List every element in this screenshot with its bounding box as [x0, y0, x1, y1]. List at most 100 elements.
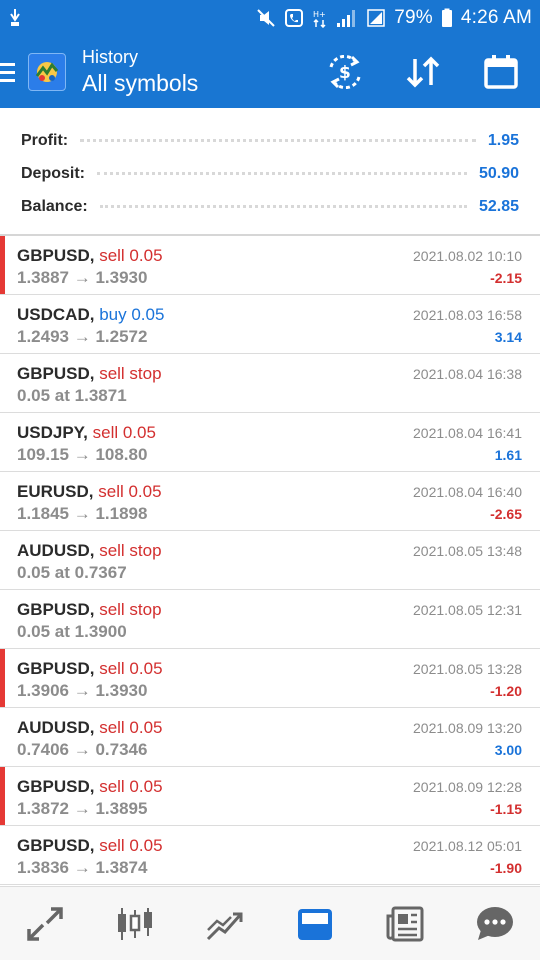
loss-marker [0, 236, 5, 294]
trade-prices: 1.2493 → 1.2572 [17, 327, 148, 346]
profit-row: Profit: 1.95 [21, 124, 519, 157]
menu-icon[interactable] [0, 57, 22, 87]
trade-symbol: GBPUSD, [17, 659, 95, 678]
balance-row: Balance: 52.85 [21, 190, 519, 223]
status-bar: H+ 79% 4:26 AM [0, 0, 540, 36]
trade-action: sell 0.05 [99, 836, 163, 855]
nav-news[interactable] [365, 887, 445, 960]
trade-profit: -1.90 [490, 860, 522, 876]
chart-icon [118, 907, 152, 940]
trade-prices: 0.05 at 1.3871 [17, 386, 127, 405]
hplus-icon: H+ [312, 7, 328, 29]
trade-action: sell 0.05 [98, 482, 162, 501]
signal-icon [336, 7, 358, 29]
dotted-leader [99, 205, 467, 208]
trade-prices: 109.15 → 108.80 [17, 445, 148, 464]
trade-prices: 0.05 at 1.3900 [17, 622, 127, 641]
dotted-leader [97, 172, 467, 175]
currency-exchange-icon: $ [329, 55, 361, 89]
trade-row[interactable]: GBPUSD, sell 0.05 1.3906 → 1.3930 2021.0… [0, 649, 540, 708]
trade-action: sell stop [99, 541, 162, 560]
balance-label: Balance: [21, 197, 88, 215]
news-icon [386, 906, 424, 941]
trade-time: 2021.08.04 16:41 [413, 425, 522, 441]
trade-symbol: AUDUSD, [17, 718, 95, 737]
trade-row[interactable]: EURUSD, sell 0.05 1.1845 → 1.1898 2021.0… [0, 472, 540, 531]
page-title: History [82, 47, 139, 67]
trade-prices: 1.3906 → 1.3930 [17, 681, 148, 700]
trade-prices: 1.3872 → 1.3895 [17, 799, 148, 818]
trade-prices: 1.1845 → 1.1898 [17, 504, 148, 523]
trade-action: sell 0.05 [99, 246, 163, 265]
account-summary: Profit: 1.95 Deposit: 50.90 Balance: 52.… [0, 108, 540, 234]
mute-icon [256, 7, 276, 29]
trade-prices: 1.3836 → 1.3874 [17, 858, 148, 877]
trade-action: sell 0.05 [99, 659, 163, 678]
trade-row[interactable]: USDJPY, sell 0.05 109.15 → 108.80 2021.0… [0, 413, 540, 472]
trade-profit: 3.14 [494, 329, 522, 345]
trade-symbol: GBPUSD, [17, 246, 95, 265]
trade-time: 2021.08.03 16:58 [413, 307, 522, 323]
trade-time: 2021.08.02 10:10 [413, 248, 522, 264]
trade-profit: -2.65 [490, 506, 522, 522]
quotes-icon [27, 906, 63, 941]
trade-symbol: USDJPY, [17, 423, 88, 442]
nav-quotes[interactable] [5, 887, 85, 960]
sim-icon [366, 7, 386, 29]
nav-trade[interactable] [185, 887, 265, 960]
nav-history[interactable] [275, 887, 355, 960]
calendar-icon [484, 55, 518, 89]
trade-row[interactable]: GBPUSD, sell stop 0.05 at 1.3871 2021.08… [0, 354, 540, 413]
nav-chart[interactable] [95, 887, 175, 960]
deposit-value: 50.90 [478, 164, 519, 182]
chat-icon [477, 906, 513, 940]
symbol-filter-title[interactable]: All symbols [82, 68, 198, 98]
trade-action: sell 0.05 [99, 718, 163, 737]
trade-profit: 1.61 [494, 447, 522, 463]
notification-icon [8, 7, 22, 29]
trade-symbol: EURUSD, [17, 482, 94, 501]
trade-prices: 1.3887 → 1.3930 [17, 268, 148, 287]
nav-chat[interactable] [455, 887, 535, 960]
trade-history-list: GBPUSD, sell 0.05 1.3887 → 1.3930 2021.0… [0, 236, 540, 885]
history-icon [298, 908, 332, 940]
trade-profit: 3.00 [494, 742, 522, 758]
phone-icon [284, 7, 304, 29]
deposit-label: Deposit: [21, 164, 85, 182]
calendar-button[interactable] [462, 36, 540, 108]
trade-prices: 0.05 at 0.7367 [17, 563, 127, 582]
trade-icon [206, 912, 243, 940]
trade-action: sell stop [99, 364, 162, 383]
balance-value: 52.85 [478, 197, 519, 215]
app-bar: History All symbols $ [0, 36, 540, 108]
trade-time: 2021.08.04 16:38 [413, 366, 522, 382]
trade-row[interactable]: GBPUSD, sell 0.05 1.3887 → 1.3930 2021.0… [0, 236, 540, 295]
trade-row[interactable]: GBPUSD, sell stop 0.05 at 1.3900 2021.08… [0, 590, 540, 649]
trade-time: 2021.08.05 13:28 [413, 661, 522, 677]
trade-row[interactable]: USDCAD, buy 0.05 1.2493 → 1.2572 2021.08… [0, 295, 540, 354]
trade-row[interactable]: AUDUSD, sell stop 0.05 at 0.7367 2021.08… [0, 531, 540, 590]
deposit-row: Deposit: 50.90 [21, 157, 519, 190]
battery-icon [441, 7, 453, 29]
trade-row[interactable]: GBPUSD, sell 0.05 1.3872 → 1.3895 2021.0… [0, 767, 540, 826]
app-logo [28, 53, 66, 91]
sort-button[interactable] [384, 36, 462, 108]
svg-text:$: $ [339, 63, 351, 83]
trade-time: 2021.08.05 12:31 [413, 602, 522, 618]
currency-exchange-button[interactable]: $ [306, 36, 384, 108]
trade-action: sell stop [99, 600, 162, 619]
trade-profit: -1.20 [490, 683, 522, 699]
trade-time: 2021.08.12 05:01 [413, 838, 522, 854]
trade-action: sell 0.05 [92, 423, 156, 442]
loss-marker [0, 649, 5, 707]
trade-symbol: GBPUSD, [17, 836, 95, 855]
trade-row[interactable]: GBPUSD, sell 0.05 1.3836 → 1.3874 2021.0… [0, 826, 540, 885]
trade-time: 2021.08.09 13:20 [413, 720, 522, 736]
trade-row[interactable]: AUDUSD, sell 0.05 0.7406 → 0.7346 2021.0… [0, 708, 540, 767]
trade-action: sell 0.05 [99, 777, 163, 796]
trade-time: 2021.08.09 12:28 [413, 779, 522, 795]
trade-prices: 0.7406 → 0.7346 [17, 740, 148, 759]
trade-action: buy 0.05 [99, 305, 165, 324]
profit-value: 1.95 [487, 131, 519, 149]
trade-symbol: GBPUSD, [17, 364, 95, 383]
